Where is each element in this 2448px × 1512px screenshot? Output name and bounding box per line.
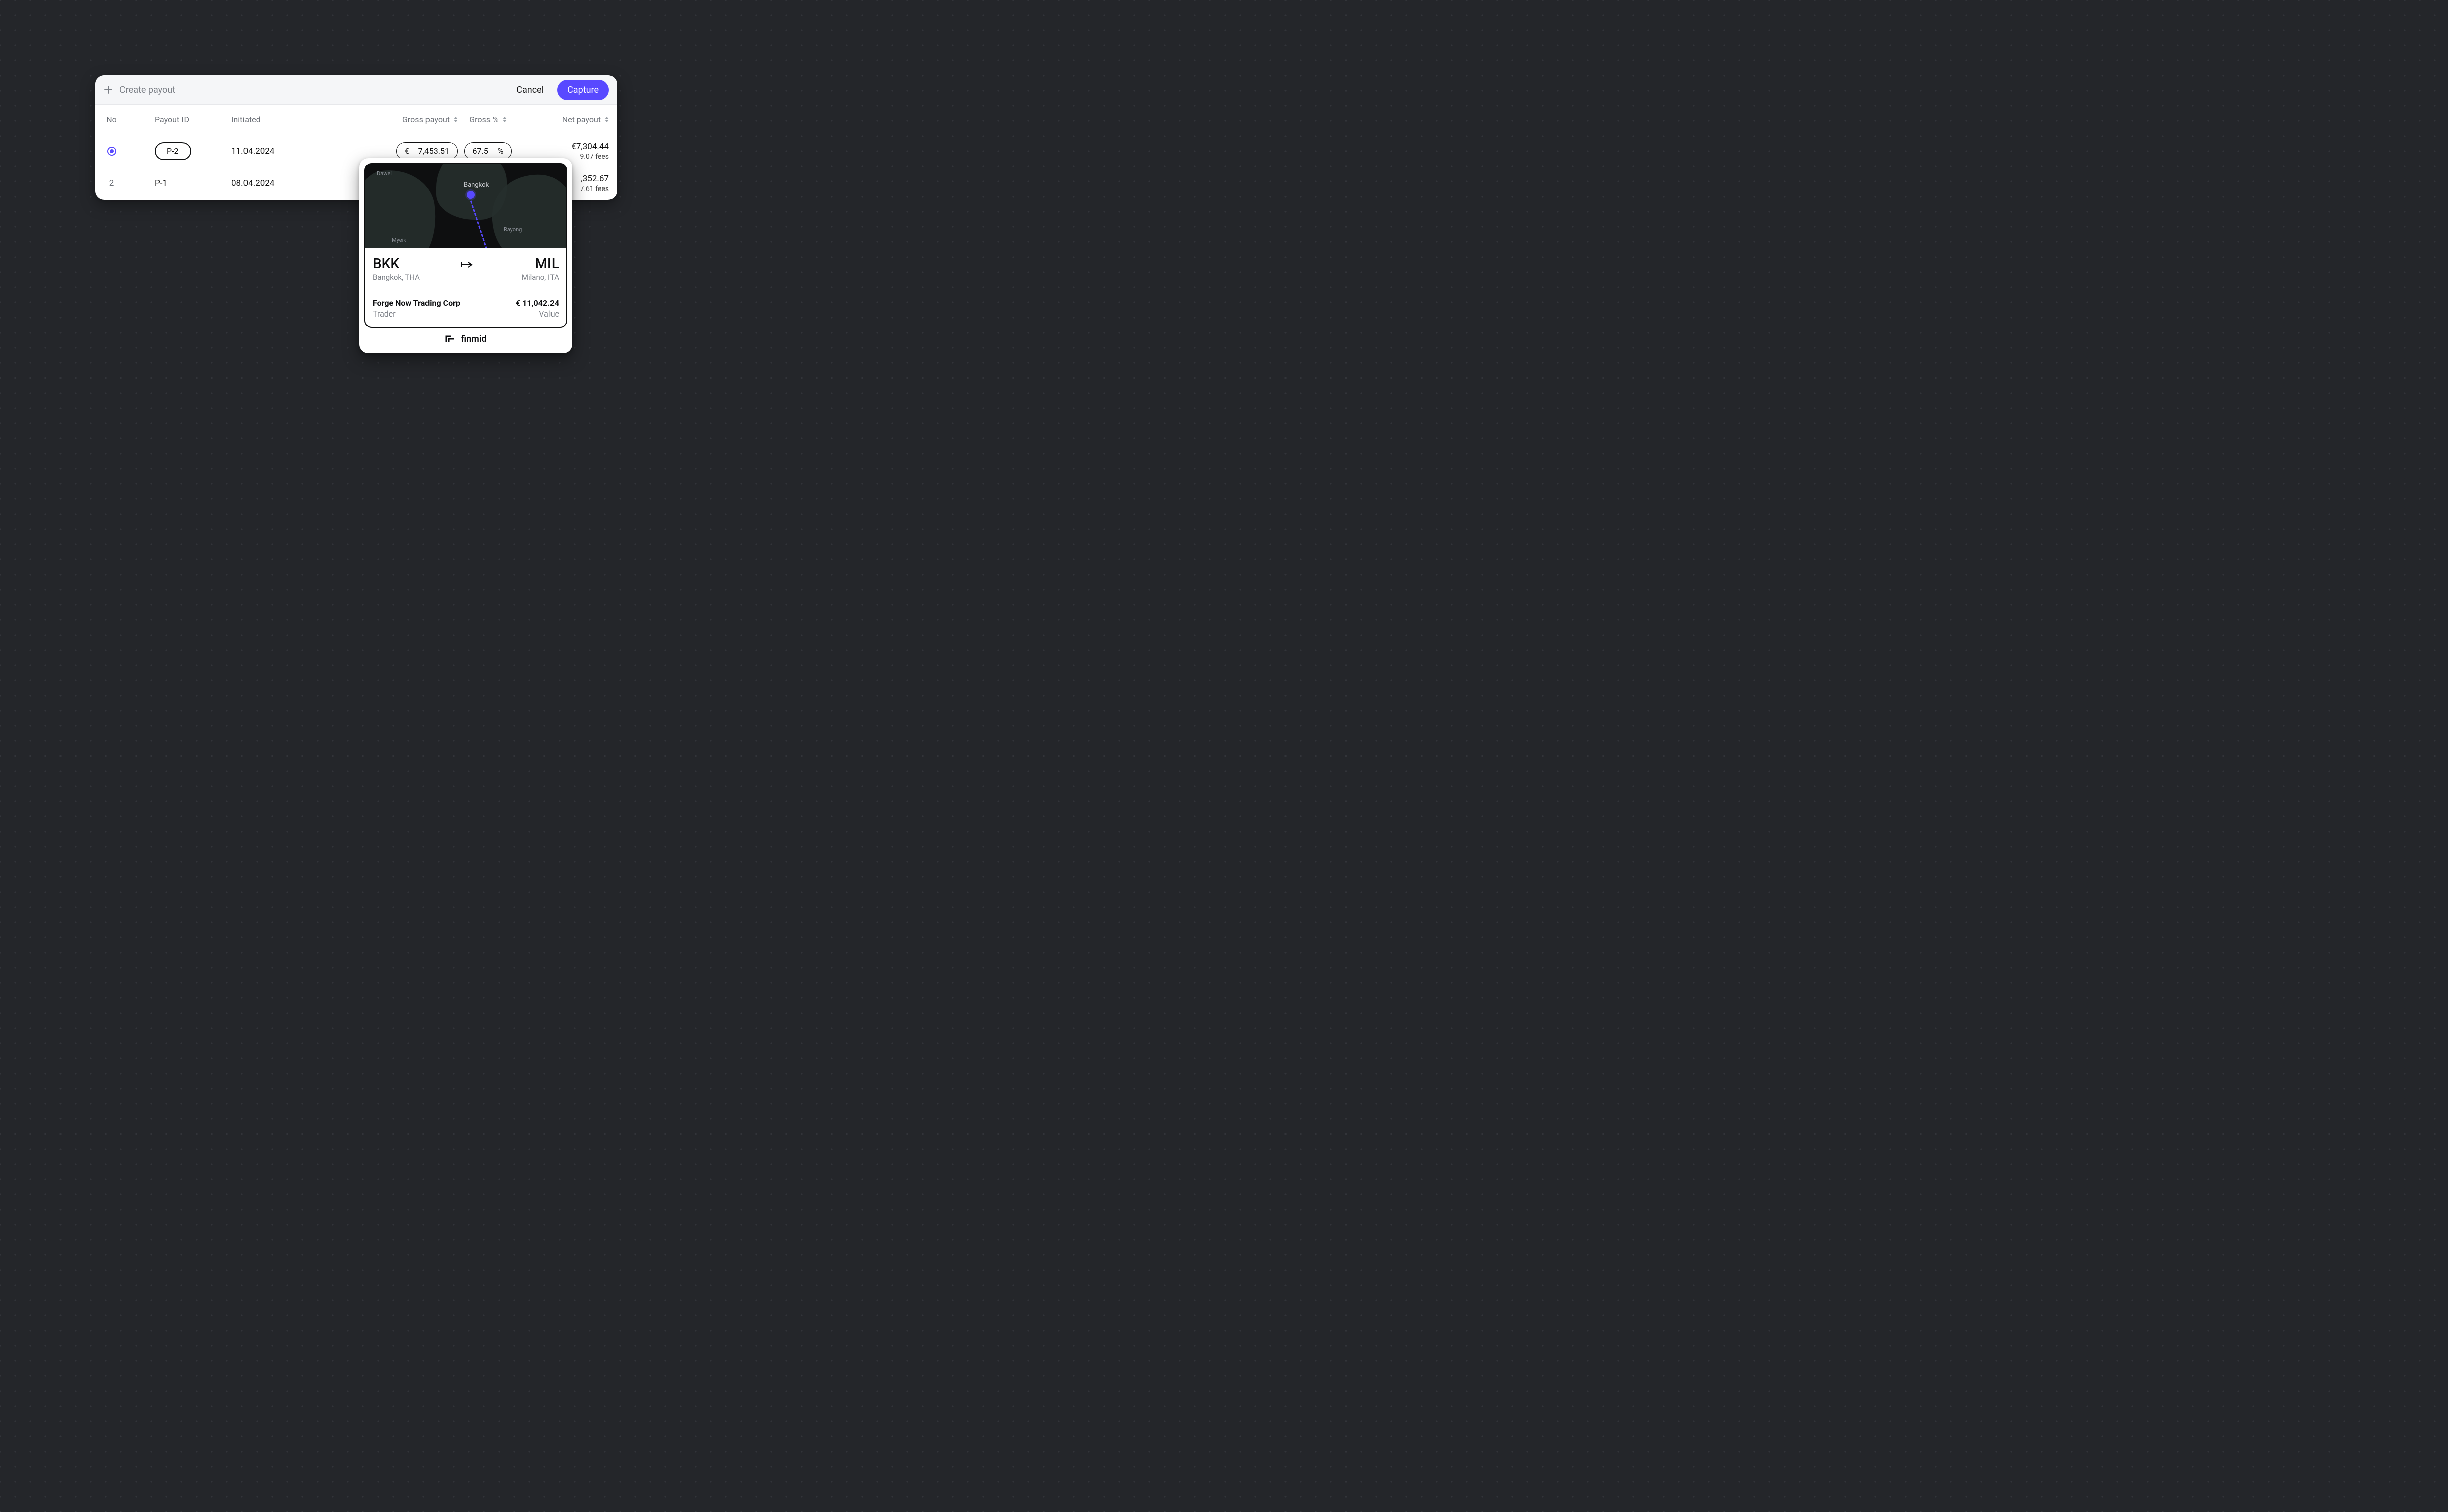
map-label-dawei: Dawei [377,170,392,177]
finmid-logo-icon [445,335,456,344]
col-net-payout: Net payout [562,115,601,124]
cancel-button[interactable]: Cancel [509,81,551,99]
create-payout-label: Create payout [119,85,175,95]
col-gross-pct-header[interactable]: Gross % [458,115,518,124]
plus-icon [104,86,112,94]
percent-symbol: % [498,146,504,156]
col-net-payout-header[interactable]: Net payout [518,115,609,124]
origin-city: Bangkok, THA [373,273,420,282]
origin-code: BKK [373,255,399,272]
dest-city: Milano, ITA [522,273,559,282]
map-label-rayong: Rayong [504,226,522,233]
col-gross-payout-header[interactable]: Gross payout [342,115,458,124]
gross-payout-value: 7,453.51 [418,146,449,156]
net-payout-amount: ,352.67 [581,174,609,184]
map-view[interactable]: Dawei Bangkok Rayong Myeik [365,164,566,248]
brand-badge: finmid [364,328,567,346]
panel-toolbar: Create payout Cancel Capture [95,75,617,105]
brand-name: finmid [461,334,486,344]
trade-value-caption: Value [516,309,559,319]
sort-icon [503,117,507,122]
trader-role: Trader [373,309,460,319]
dest-code: MIL [535,255,559,272]
radio-selected-icon [107,147,116,156]
payout-id-input[interactable]: P-2 [155,142,191,160]
initiated-date: 11.04.2024 [231,146,342,156]
gross-payout-input[interactable]: € 7,453.51 [396,142,458,160]
trader-name: Forge Now Trading Corp [373,298,460,308]
map-label-bangkok: Bangkok [464,181,489,189]
sort-icon [605,117,609,122]
net-payout-amount: €7,304.44 [571,142,609,152]
net-payout-cell: €7,304.44 9.07 fees [518,142,609,161]
map-frame: Dawei Bangkok Rayong Myeik BKK [364,163,567,328]
create-payout-button[interactable]: Create payout [104,85,175,95]
route-origin-dot-icon [467,191,475,199]
col-initiated: Initiated [231,115,261,124]
initiated-date: 08.04.2024 [231,178,342,188]
route-arrow-icon [461,255,474,272]
trade-card-body: BKK MIL Bangkok, THA Milano, ITA [365,248,566,327]
table-header-row: No Payout ID Initiated Gross payout Gros… [95,105,617,135]
gross-pct-value: 67.5 [473,146,488,156]
sort-icon [454,117,458,122]
trade-value: € 11,042.24 [516,298,559,308]
gross-pct-input[interactable]: 67.5 % [464,142,512,160]
payout-id-text: P-1 [155,178,167,188]
row-select[interactable] [95,135,119,167]
row-number: 2 [95,167,119,200]
col-gross-pct: Gross % [469,115,499,124]
trade-card: Dawei Bangkok Rayong Myeik BKK [359,158,572,353]
col-payout-id: Payout ID [155,115,189,124]
col-gross-payout: Gross payout [402,115,450,124]
net-payout-fees: 9.07 fees [580,153,609,161]
capture-button[interactable]: Capture [557,80,609,100]
net-payout-fees: 7.61 fees [580,185,609,193]
currency-symbol: € [405,146,409,156]
map-label-myeik: Myeik [392,237,406,243]
col-no: No [106,115,117,124]
